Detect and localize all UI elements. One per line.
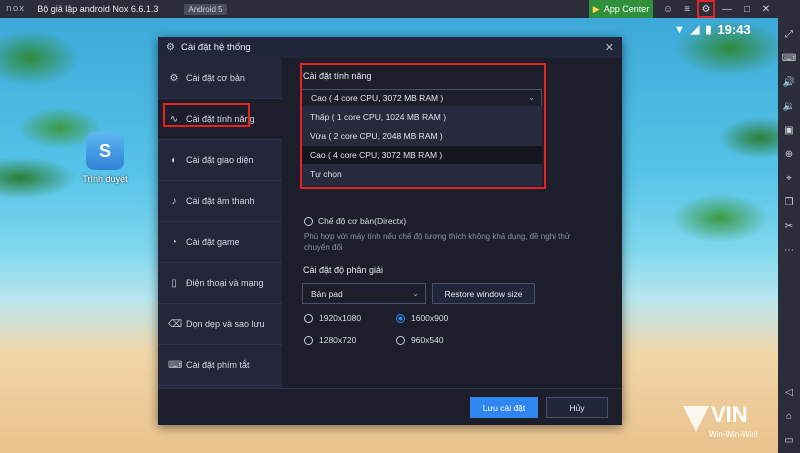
sidebar-item-phone-network[interactable]: ▯ Điện thoại và mạng (158, 263, 282, 304)
keyboard-icon: ⌨ (168, 359, 183, 371)
resolution-label-1920: 1920x1080 (319, 313, 362, 323)
dialog-close-icon[interactable]: ✕ (605, 41, 614, 54)
volume-down-icon[interactable]: 🔉 (781, 98, 797, 114)
app-center-label: App Center (603, 4, 650, 14)
keyboard-mapping-icon[interactable]: ⌨ (781, 50, 797, 66)
dialog-title: Cài đặt hệ thống (180, 42, 251, 53)
sidebar-item-game[interactable]: ◔ Cài đặt game (158, 222, 282, 263)
palette-icon: ◐ (170, 154, 178, 166)
android-status-bar: ▼ ◢ ▮ 19:43 (674, 22, 751, 37)
broom-icon: ⌫ (168, 318, 183, 330)
sidebar-item-basic[interactable]: ⚙ Cài đặt cơ bản (158, 58, 282, 99)
watermark-brand: VIN (711, 402, 748, 427)
device-type-select[interactable]: Bản pad ⌄ (302, 283, 426, 304)
render-mode-directx-label: Chế độ cơ bản(Directx) (318, 216, 407, 226)
speaker-icon: ♪ (171, 195, 177, 207)
nox-logo: nox (6, 4, 26, 14)
volume-up-icon[interactable]: 🔊 (781, 74, 797, 90)
dialog-header: ⚙ Cài đặt hệ thống ✕ (158, 37, 622, 58)
fullscreen-icon[interactable]: ⤢ (781, 26, 797, 42)
gauge-icon: ◔ (170, 236, 178, 248)
palm-decoration-left (0, 18, 120, 218)
resolution-radio-1600[interactable] (396, 314, 405, 323)
browser-app-label: Trình duyệt (82, 174, 128, 184)
browser-app-icon[interactable]: S (86, 132, 124, 170)
device-type-value: Bản pad (311, 288, 343, 299)
resolution-radio-1920[interactable] (304, 314, 313, 323)
resolution-label-1600: 1600x900 (411, 313, 449, 323)
resolution-radio-1280[interactable] (304, 336, 313, 345)
screenshot-icon[interactable]: ▣ (781, 122, 797, 138)
back-icon[interactable]: ◁ (781, 384, 797, 400)
sidebar-item-shortcuts[interactable]: ⌨ Cài đặt phím tắt (158, 345, 282, 386)
sidebar-item-label: Cài đặt âm thanh (186, 196, 255, 206)
app-center-button[interactable]: ▶ App Center (589, 0, 653, 18)
recent-apps-icon[interactable]: ▭ (781, 432, 797, 448)
resolution-section-label: Cài đặt độ phân giải (303, 265, 384, 275)
resolution-label-960: 960x540 (411, 335, 444, 345)
vin-watermark: VIN Win-Win-Win! (683, 402, 773, 448)
render-mode-directx-radio[interactable] (304, 217, 313, 226)
settings-gear-icon: ⚙ (166, 42, 175, 53)
resolution-label-1280: 1280x720 (319, 335, 357, 345)
sidebar-item-label: Dọn dẹp và sao lưu (186, 319, 265, 329)
emulator-side-toolbar: ⤢ ⌨ 🔊 🔉 ▣ ⊕ ⌖ ❐ ✂ ⋯ ◁ ⌂ ▭ (778, 18, 800, 453)
user-icon[interactable]: ☺ (661, 2, 675, 16)
sidebar-item-label: Cài đặt phím tắt (186, 360, 250, 370)
battery-icon: ▮ (705, 24, 712, 36)
vin-logo-icon (683, 406, 709, 432)
save-settings-button[interactable]: Lưu cài đặt (470, 397, 538, 418)
system-settings-dialog: ⚙ Cài đặt hệ thống ✕ ⚙ Cài đặt cơ bản ∿ … (158, 37, 622, 425)
sidebar-item-label: Cài đặt cơ bản (186, 73, 245, 83)
watermark-slogan: Win-Win-Win! (709, 430, 758, 439)
signal-icon: ◢ (690, 24, 700, 36)
play-icon: ▶ (592, 3, 600, 14)
render-mode-note: Phù hợp với máy tính nếu chế độ tương th… (304, 232, 571, 252)
highlight-box-performance (300, 63, 546, 189)
settings-gear-icon[interactable]: ⚙ (697, 0, 715, 18)
chevron-down-icon: ⌄ (412, 289, 419, 298)
home-icon[interactable]: ⌂ (781, 408, 797, 424)
multi-instance-icon[interactable]: ❐ (781, 194, 797, 210)
menu-icon[interactable]: ≡ (680, 2, 694, 16)
sidebar-item-sound[interactable]: ♪ Cài đặt âm thanh (158, 181, 282, 222)
status-time: 19:43 (717, 22, 751, 37)
maximize-icon[interactable]: □ (740, 2, 754, 16)
sidebar-item-label: Cài đặt giao diện (186, 155, 254, 165)
scissors-icon[interactable]: ✂ (781, 218, 797, 234)
location-icon[interactable]: ⌖ (781, 170, 797, 186)
resolution-radio-960[interactable] (396, 336, 405, 345)
highlight-box-sidebar (163, 103, 250, 127)
gear-icon: ⚙ (169, 72, 179, 84)
sidebar-item-cleanup-backup[interactable]: ⌫ Dọn dẹp và sao lưu (158, 304, 282, 345)
wifi-icon: ▼ (674, 23, 685, 36)
add-apk-icon[interactable]: ⊕ (781, 146, 797, 162)
palm-decoration-right (620, 18, 780, 278)
android-version-badge: Android 5 (184, 3, 227, 15)
dialog-footer: Lưu cài đặt Hủy (158, 388, 622, 426)
close-window-icon[interactable]: ✕ (759, 2, 773, 16)
cancel-button[interactable]: Hủy (546, 397, 608, 418)
sidebar-item-interface[interactable]: ◐ Cài đặt giao diện (158, 140, 282, 181)
window-title: Bộ giả lập android Nox 6.6.1.3 (37, 4, 159, 14)
more-icon[interactable]: ⋯ (781, 242, 797, 258)
sidebar-item-label: Cài đặt game (186, 237, 240, 247)
restore-window-size-button[interactable]: Restore window size (432, 283, 535, 304)
sidebar-item-label: Điện thoại và mạng (186, 278, 264, 288)
phone-icon: ▯ (171, 277, 177, 289)
minimize-icon[interactable]: — (720, 2, 734, 16)
